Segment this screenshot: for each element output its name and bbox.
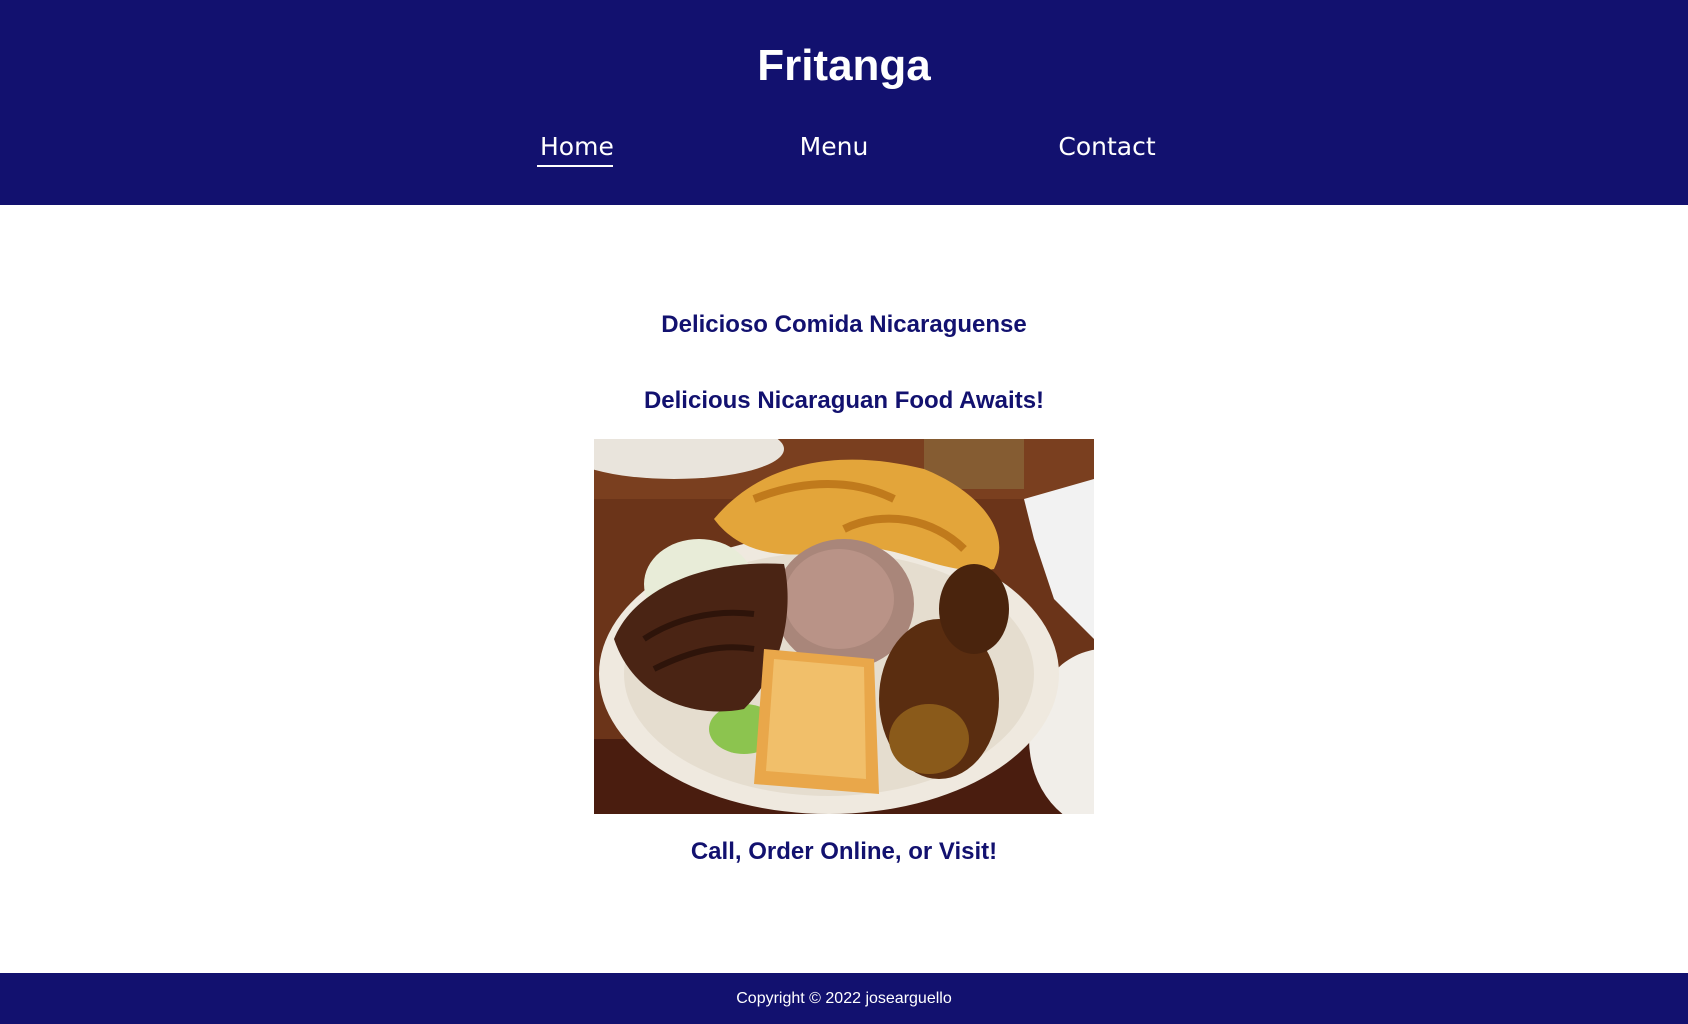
nav-link-contact[interactable]: Contact	[1053, 132, 1161, 162]
nav-link-home[interactable]: Home	[537, 132, 614, 167]
site-header: Fritanga Home Menu Contact	[0, 0, 1688, 205]
food-plate-illustration	[594, 439, 1094, 814]
nav-link-menu[interactable]: Menu	[788, 132, 880, 162]
call-to-action-heading: Call, Order Online, or Visit!	[690, 838, 998, 865]
heading-spanish: Delicioso Comida Nicaraguense	[661, 311, 1027, 338]
food-plate-photo	[594, 439, 1094, 814]
site-footer: Copyright © 2022 josearguello	[0, 973, 1688, 1024]
copyright-text: Copyright © 2022 josearguello	[736, 990, 952, 1007]
heading-english: Delicious Nicaraguan Food Awaits!	[643, 387, 1045, 414]
site-title: Fritanga	[757, 41, 931, 90]
page: Fritanga Home Menu Contact Delicioso Com…	[0, 0, 1688, 1024]
main-nav: Home Menu Contact	[0, 132, 1688, 168]
